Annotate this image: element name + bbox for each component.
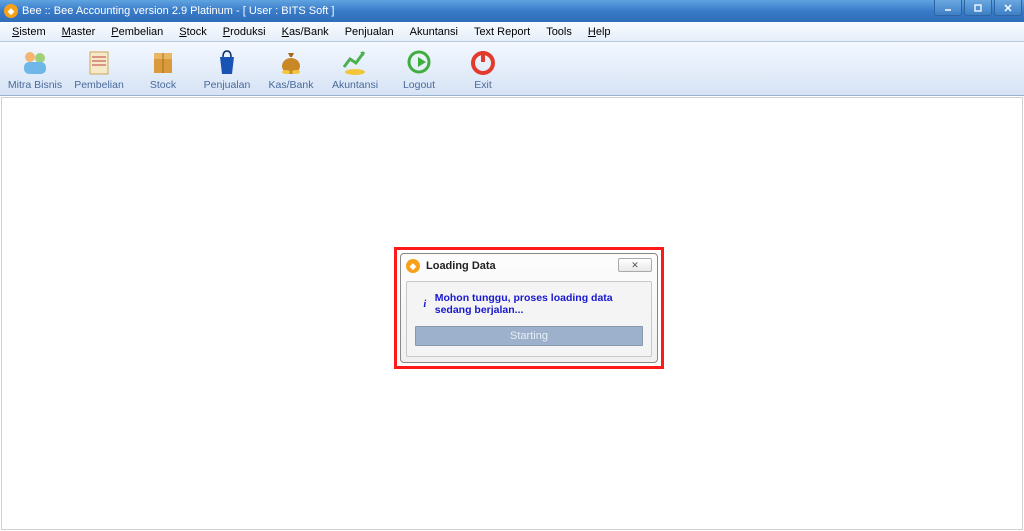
toolbar-label: Pembelian — [74, 79, 124, 91]
toolbar-penjualan[interactable]: Penjualan — [196, 44, 258, 93]
people-icon — [20, 47, 50, 77]
menu-text-report[interactable]: Text Report — [466, 24, 538, 40]
window-controls — [934, 0, 1022, 18]
progress-bar: Starting — [415, 326, 643, 346]
info-icon: i — [421, 299, 429, 309]
window-title: Bee :: Bee Accounting version 2.9 Platin… — [22, 5, 334, 17]
menu-help[interactable]: Help — [580, 24, 619, 40]
toolbar-stock[interactable]: Stock — [132, 44, 194, 93]
toolbar-label: Mitra Bisnis — [8, 79, 62, 91]
power-icon — [468, 47, 498, 77]
box-icon — [148, 47, 178, 77]
maximize-button[interactable] — [964, 0, 992, 16]
menu-akuntansi[interactable]: Akuntansi — [402, 24, 466, 40]
dialog-message-row: i Mohon tunggu, proses loading data seda… — [415, 292, 643, 316]
menu-sistem[interactable]: Sistem — [4, 24, 54, 40]
menu-tools[interactable]: Tools — [538, 24, 580, 40]
shopping-bag-icon — [212, 47, 242, 77]
menu-produksi[interactable]: Produksi — [215, 24, 274, 40]
toolbar-exit[interactable]: Exit — [452, 44, 514, 93]
menu-stock[interactable]: Stock — [171, 24, 215, 40]
dialog-title: Loading Data — [426, 260, 496, 272]
logout-icon — [404, 47, 434, 77]
app-icon: ◆ — [4, 4, 18, 18]
toolbar-label: Kas/Bank — [269, 79, 314, 91]
toolbar-mitra-bisnis[interactable]: Mitra Bisnis — [4, 44, 66, 93]
menu-bar: Sistem Master Pembelian Stock Produksi K… — [0, 22, 1024, 42]
toolbar-kasbank[interactable]: Kas/Bank — [260, 44, 322, 93]
title-bar: ◆ Bee :: Bee Accounting version 2.9 Plat… — [0, 0, 1024, 22]
toolbar: Mitra Bisnis Pembelian Stock Penjualan K… — [0, 42, 1024, 96]
toolbar-label: Penjualan — [204, 79, 251, 91]
chart-icon — [340, 47, 370, 77]
toolbar-label: Logout — [403, 79, 435, 91]
highlight-frame: ◆ Loading Data ✕ i Mohon tunggu, proses … — [394, 247, 664, 369]
toolbar-akuntansi[interactable]: Akuntansi — [324, 44, 386, 93]
menu-penjualan[interactable]: Penjualan — [337, 24, 402, 40]
toolbar-label: Stock — [150, 79, 176, 91]
menu-master[interactable]: Master — [54, 24, 104, 40]
dialog-close-button[interactable]: ✕ — [618, 258, 652, 272]
dialog-app-icon: ◆ — [406, 259, 420, 273]
toolbar-logout[interactable]: Logout — [388, 44, 450, 93]
loading-dialog: ◆ Loading Data ✕ i Mohon tunggu, proses … — [400, 253, 658, 363]
toolbar-label: Akuntansi — [332, 79, 378, 91]
close-button[interactable] — [994, 0, 1022, 16]
money-bag-icon — [276, 47, 306, 77]
dialog-body: i Mohon tunggu, proses loading data seda… — [406, 281, 652, 357]
menu-kasbank[interactable]: Kas/Bank — [274, 24, 337, 40]
purchase-icon — [84, 47, 114, 77]
minimize-button[interactable] — [934, 0, 962, 16]
dialog-titlebar: ◆ Loading Data ✕ — [402, 255, 656, 277]
toolbar-label: Exit — [474, 79, 492, 91]
dialog-message: Mohon tunggu, proses loading data sedang… — [435, 292, 643, 316]
toolbar-pembelian[interactable]: Pembelian — [68, 44, 130, 93]
menu-pembelian[interactable]: Pembelian — [103, 24, 171, 40]
progress-text: Starting — [510, 330, 548, 342]
